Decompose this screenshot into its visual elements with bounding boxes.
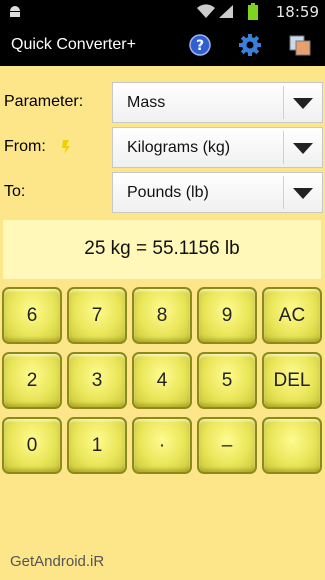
key-delete[interactable]: DEL: [262, 352, 322, 409]
parameter-row: Parameter: Mass: [0, 80, 325, 124]
battery-icon: [248, 3, 258, 20]
key-clear-all[interactable]: AC: [262, 287, 322, 344]
key-0[interactable]: 0: [2, 417, 62, 474]
select-divider: [283, 176, 284, 209]
select-divider: [283, 86, 284, 119]
dropdown-arrow-icon: [293, 98, 313, 109]
android-icon: [10, 6, 20, 17]
result-display: 25 kg = 55.1156 lb: [3, 220, 321, 279]
from-select[interactable]: Kilograms (kg): [112, 127, 323, 168]
from-value: Kilograms (kg): [127, 139, 231, 156]
key-6[interactable]: 6: [2, 287, 62, 344]
watermark: GetAndroid.iR: [10, 553, 105, 570]
select-divider: [283, 131, 284, 164]
key-decimal-point[interactable]: ·: [132, 417, 192, 474]
to-label: To:: [4, 183, 26, 200]
key-2[interactable]: 2: [2, 352, 62, 409]
wifi-icon: [197, 4, 215, 19]
app-title: Quick Converter+: [11, 36, 136, 53]
key-5[interactable]: 5: [197, 352, 257, 409]
key-3[interactable]: 3: [67, 352, 127, 409]
key-minus[interactable]: –: [197, 417, 257, 474]
parameter-value: Mass: [127, 94, 166, 111]
key-9[interactable]: 9: [197, 287, 257, 344]
key-8[interactable]: 8: [132, 287, 192, 344]
key-1[interactable]: 1: [67, 417, 127, 474]
parameter-label: Parameter:: [4, 93, 84, 110]
key-7[interactable]: 7: [67, 287, 127, 344]
key-4[interactable]: 4: [132, 352, 192, 409]
status-bar: 18:59: [0, 0, 325, 24]
action-bar: Quick Converter+ ?: [0, 24, 325, 66]
dropdown-arrow-icon: [293, 188, 313, 199]
parameter-select[interactable]: Mass: [112, 82, 323, 123]
status-time: 18:59: [275, 3, 319, 21]
result-text: 25 kg = 55.1156 lb: [84, 238, 240, 259]
help-icon[interactable]: ?: [189, 34, 211, 56]
from-row: From: Kilograms (kg): [0, 125, 325, 169]
signal-icon: [219, 5, 233, 18]
swap-units-icon[interactable]: [289, 34, 311, 56]
to-value: Pounds (lb): [127, 184, 209, 201]
settings-gear-icon[interactable]: [238, 33, 262, 57]
lightbulb-icon: [62, 140, 70, 154]
svg-text:?: ?: [196, 38, 204, 54]
from-label: From:: [4, 138, 46, 155]
to-select[interactable]: Pounds (lb): [112, 172, 323, 213]
dropdown-arrow-icon: [293, 143, 313, 154]
to-row: To: Pounds (lb): [0, 170, 325, 214]
key-blank[interactable]: [262, 417, 322, 474]
